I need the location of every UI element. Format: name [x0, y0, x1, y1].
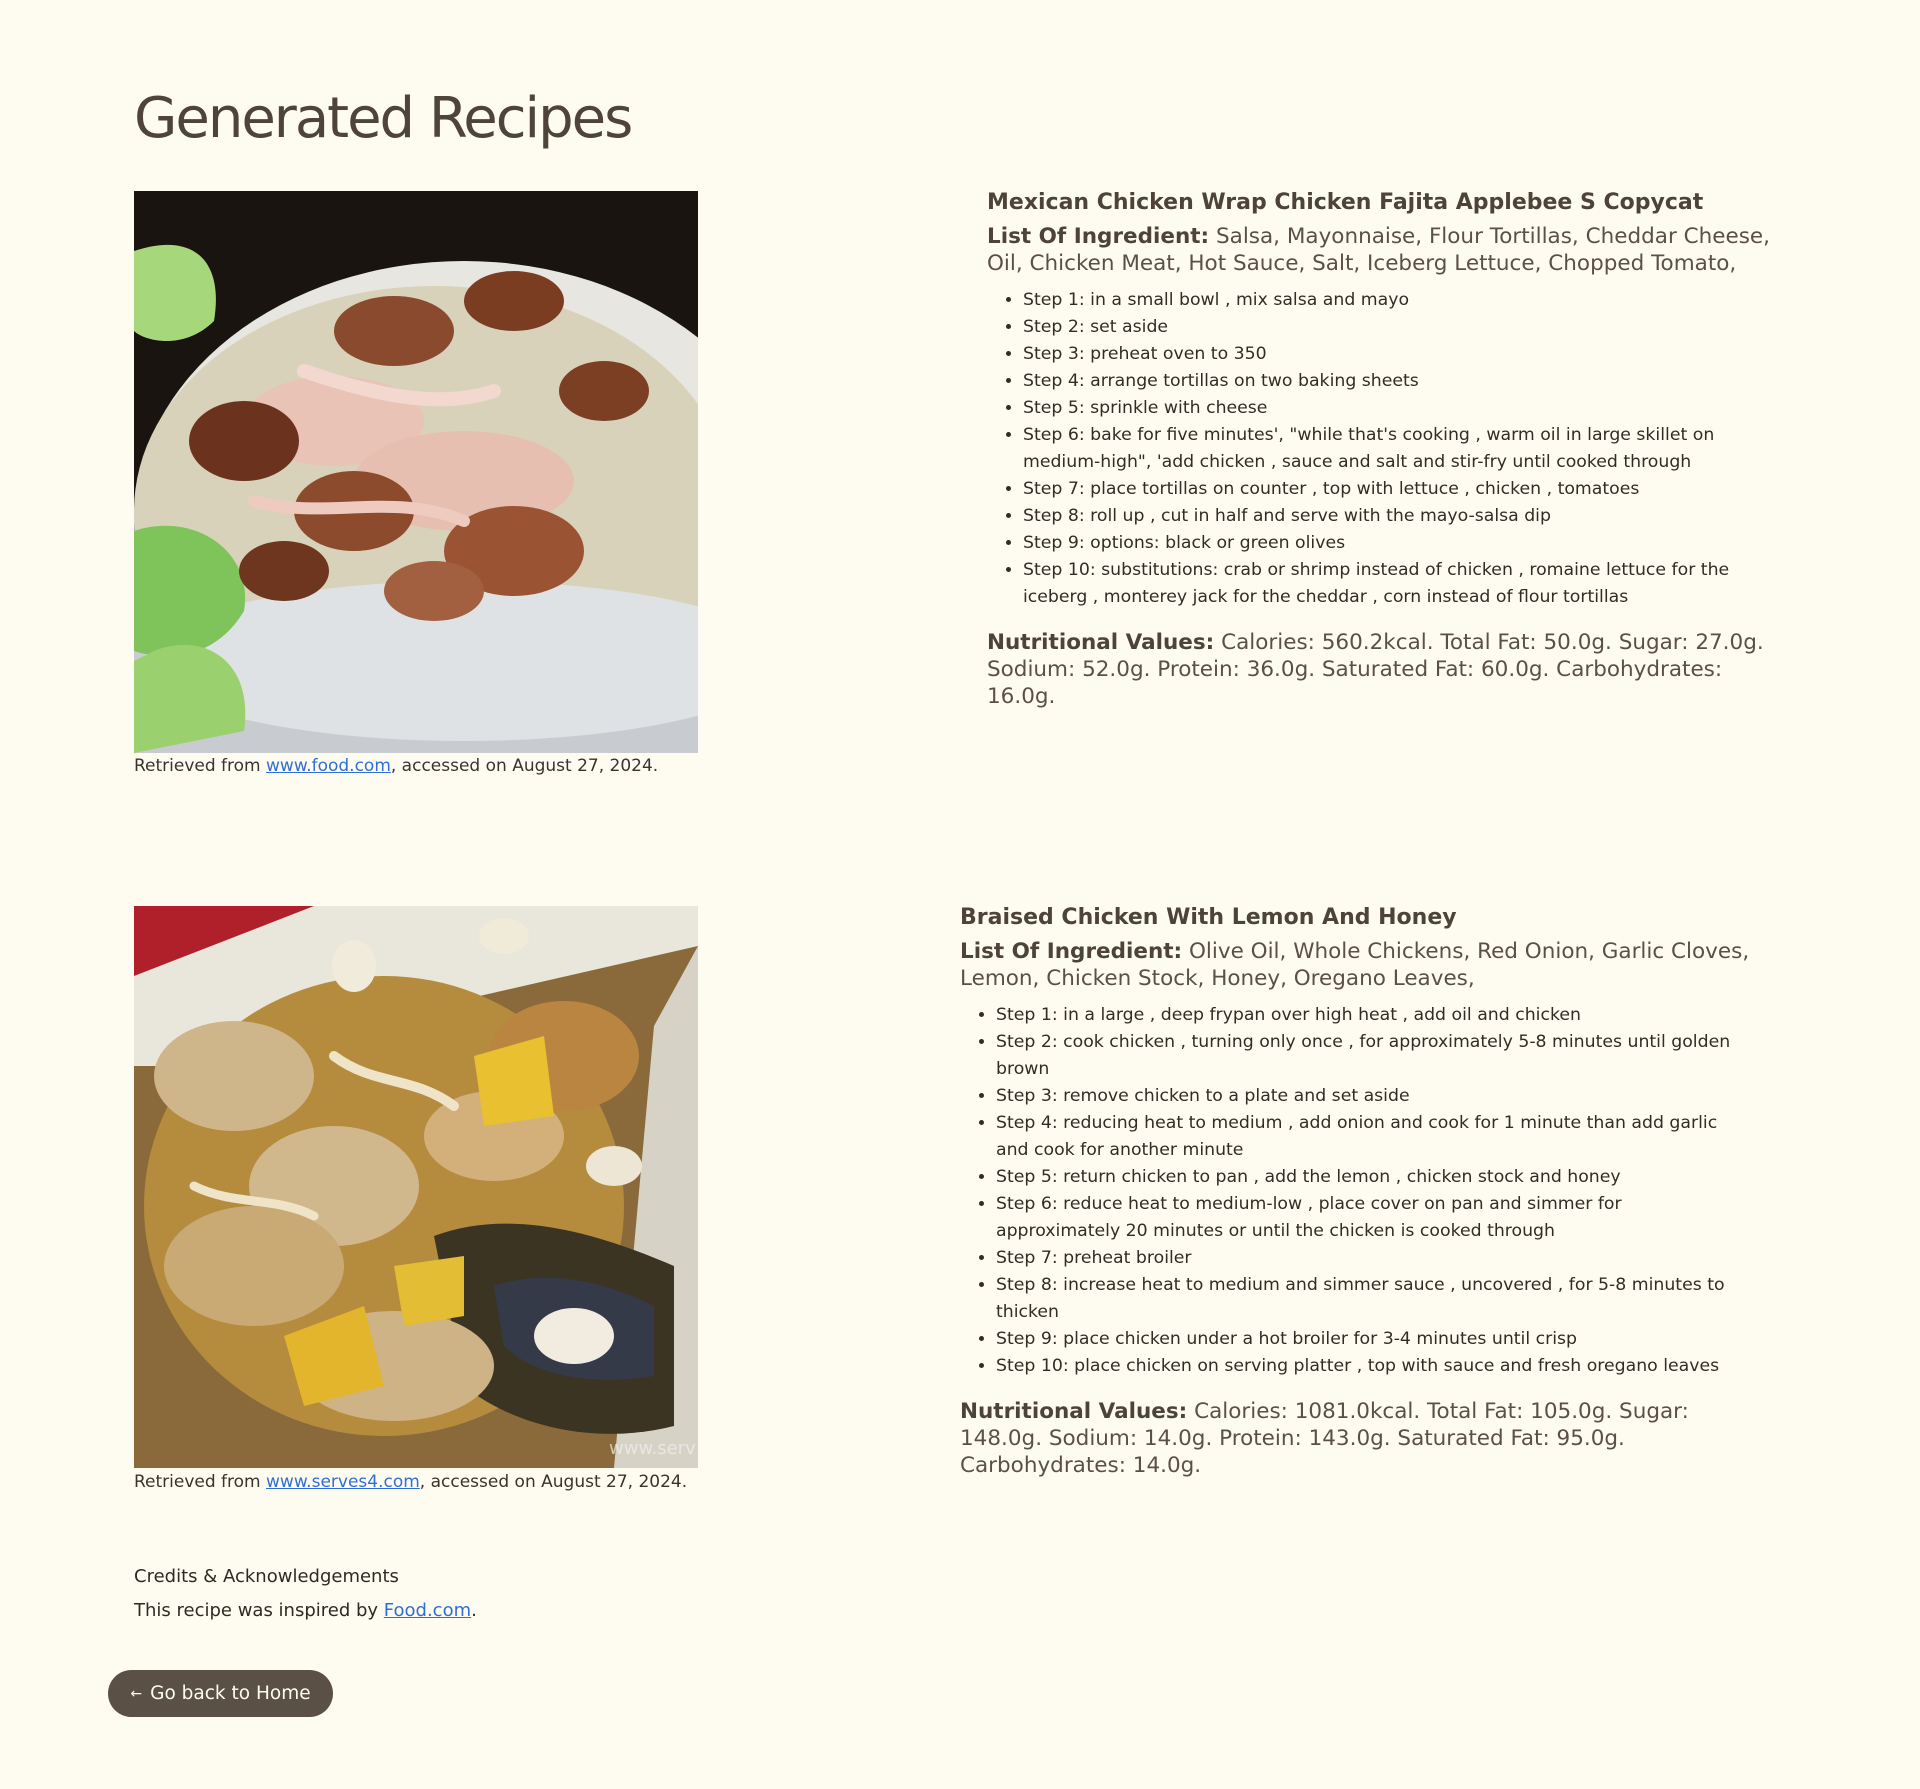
recipe-1-details: Mexican Chicken Wrap Chicken Fajita Appl…: [987, 190, 1777, 732]
credits-text: This recipe was inspired by Food.com.: [134, 1600, 477, 1621]
step-item: Step 9: place chicken under a hot broile…: [996, 1326, 1750, 1353]
source-link[interactable]: www.serves4.com: [266, 1472, 420, 1492]
steps-list: Step 1: in a small bowl , mix salsa and …: [987, 287, 1777, 611]
source-suffix: , accessed on August 27, 2024.: [390, 756, 659, 776]
credits-title: Credits & Acknowledgements: [134, 1566, 399, 1587]
generated-recipes-page: Generated Recipes Retrieved from www.foo…: [0, 0, 1920, 1789]
recipe-1-photo: [134, 191, 698, 753]
step-item: Step 4: reducing heat to medium , add on…: [996, 1110, 1750, 1164]
step-item: Step 2: set aside: [1023, 314, 1777, 341]
recipe-title: Braised Chicken With Lemon And Honey: [960, 905, 1457, 930]
step-item: Step 10: substitutions: crab or shrimp i…: [1023, 557, 1777, 611]
source-link[interactable]: www.food.com: [266, 756, 391, 776]
nutrition-label: Nutritional Values:: [987, 630, 1215, 655]
recipe-1-source-caption: Retrieved from www.food.com, accessed on…: [134, 756, 658, 776]
recipe-title: Mexican Chicken Wrap Chicken Fajita Appl…: [987, 190, 1704, 215]
step-item: Step 3: remove chicken to a plate and se…: [996, 1083, 1750, 1110]
step-item: Step 3: preheat oven to 350: [1023, 341, 1777, 368]
ingredient-list: List Of Ingredient: Olive Oil, Whole Chi…: [960, 938, 1750, 992]
step-item: Step 8: roll up , cut in half and serve …: [1023, 503, 1777, 530]
home-button-label: Go back to Home: [150, 1683, 311, 1704]
nutritional-values: Nutritional Values: Calories: 560.2kcal.…: [987, 629, 1777, 710]
recipe-2-photo: www.serv: [134, 906, 698, 1468]
recipe-2-source-caption: Retrieved from www.serves4.com, accessed…: [134, 1472, 687, 1492]
go-back-home-button[interactable]: ← Go back to Home: [108, 1670, 333, 1717]
step-item: Step 8: increase heat to medium and simm…: [996, 1272, 1750, 1326]
step-item: Step 5: sprinkle with cheese: [1023, 395, 1777, 422]
nutritional-values: Nutritional Values: Calories: 1081.0kcal…: [960, 1398, 1750, 1479]
step-item: Step 2: cook chicken , turning only once…: [996, 1029, 1750, 1083]
step-item: Step 6: bake for five minutes', "while t…: [1023, 422, 1777, 476]
braised-chicken-image: www.serv: [134, 906, 698, 1468]
source-suffix: , accessed on August 27, 2024.: [419, 1472, 688, 1492]
arrow-left-icon: ←: [130, 1685, 143, 1702]
step-item: Step 1: in a small bowl , mix salsa and …: [1023, 287, 1777, 314]
step-item: Step 4: arrange tortillas on two baking …: [1023, 368, 1777, 395]
image-watermark: www.serv: [609, 1438, 696, 1459]
chicken-wrap-image: [134, 191, 698, 753]
ingredient-label: List Of Ingredient:: [960, 939, 1183, 964]
ingredient-list: List Of Ingredient: Salsa, Mayonnaise, F…: [987, 223, 1777, 277]
nutrition-label: Nutritional Values:: [960, 1399, 1188, 1424]
step-item: Step 10: place chicken on serving platte…: [996, 1353, 1750, 1380]
step-item: Step 1: in a large , deep frypan over hi…: [996, 1002, 1750, 1029]
source-prefix: Retrieved from: [134, 1472, 267, 1492]
steps-list: Step 1: in a large , deep frypan over hi…: [960, 1002, 1750, 1380]
credits-suffix: .: [471, 1600, 477, 1621]
step-item: Step 5: return chicken to pan , add the …: [996, 1164, 1750, 1191]
source-prefix: Retrieved from: [134, 756, 267, 776]
ingredient-label: List Of Ingredient:: [987, 224, 1210, 249]
step-item: Step 7: place tortillas on counter , top…: [1023, 476, 1777, 503]
step-item: Step 6: reduce heat to medium-low , plac…: [996, 1191, 1750, 1245]
page-title: Generated Recipes: [134, 86, 633, 151]
credits-link[interactable]: Food.com: [384, 1600, 471, 1621]
recipe-2-details: Braised Chicken With Lemon And Honey Lis…: [960, 905, 1750, 1501]
step-item: Step 7: preheat broiler: [996, 1245, 1750, 1272]
step-item: Step 9: options: black or green olives: [1023, 530, 1777, 557]
credits-prefix: This recipe was inspired by: [134, 1600, 384, 1621]
